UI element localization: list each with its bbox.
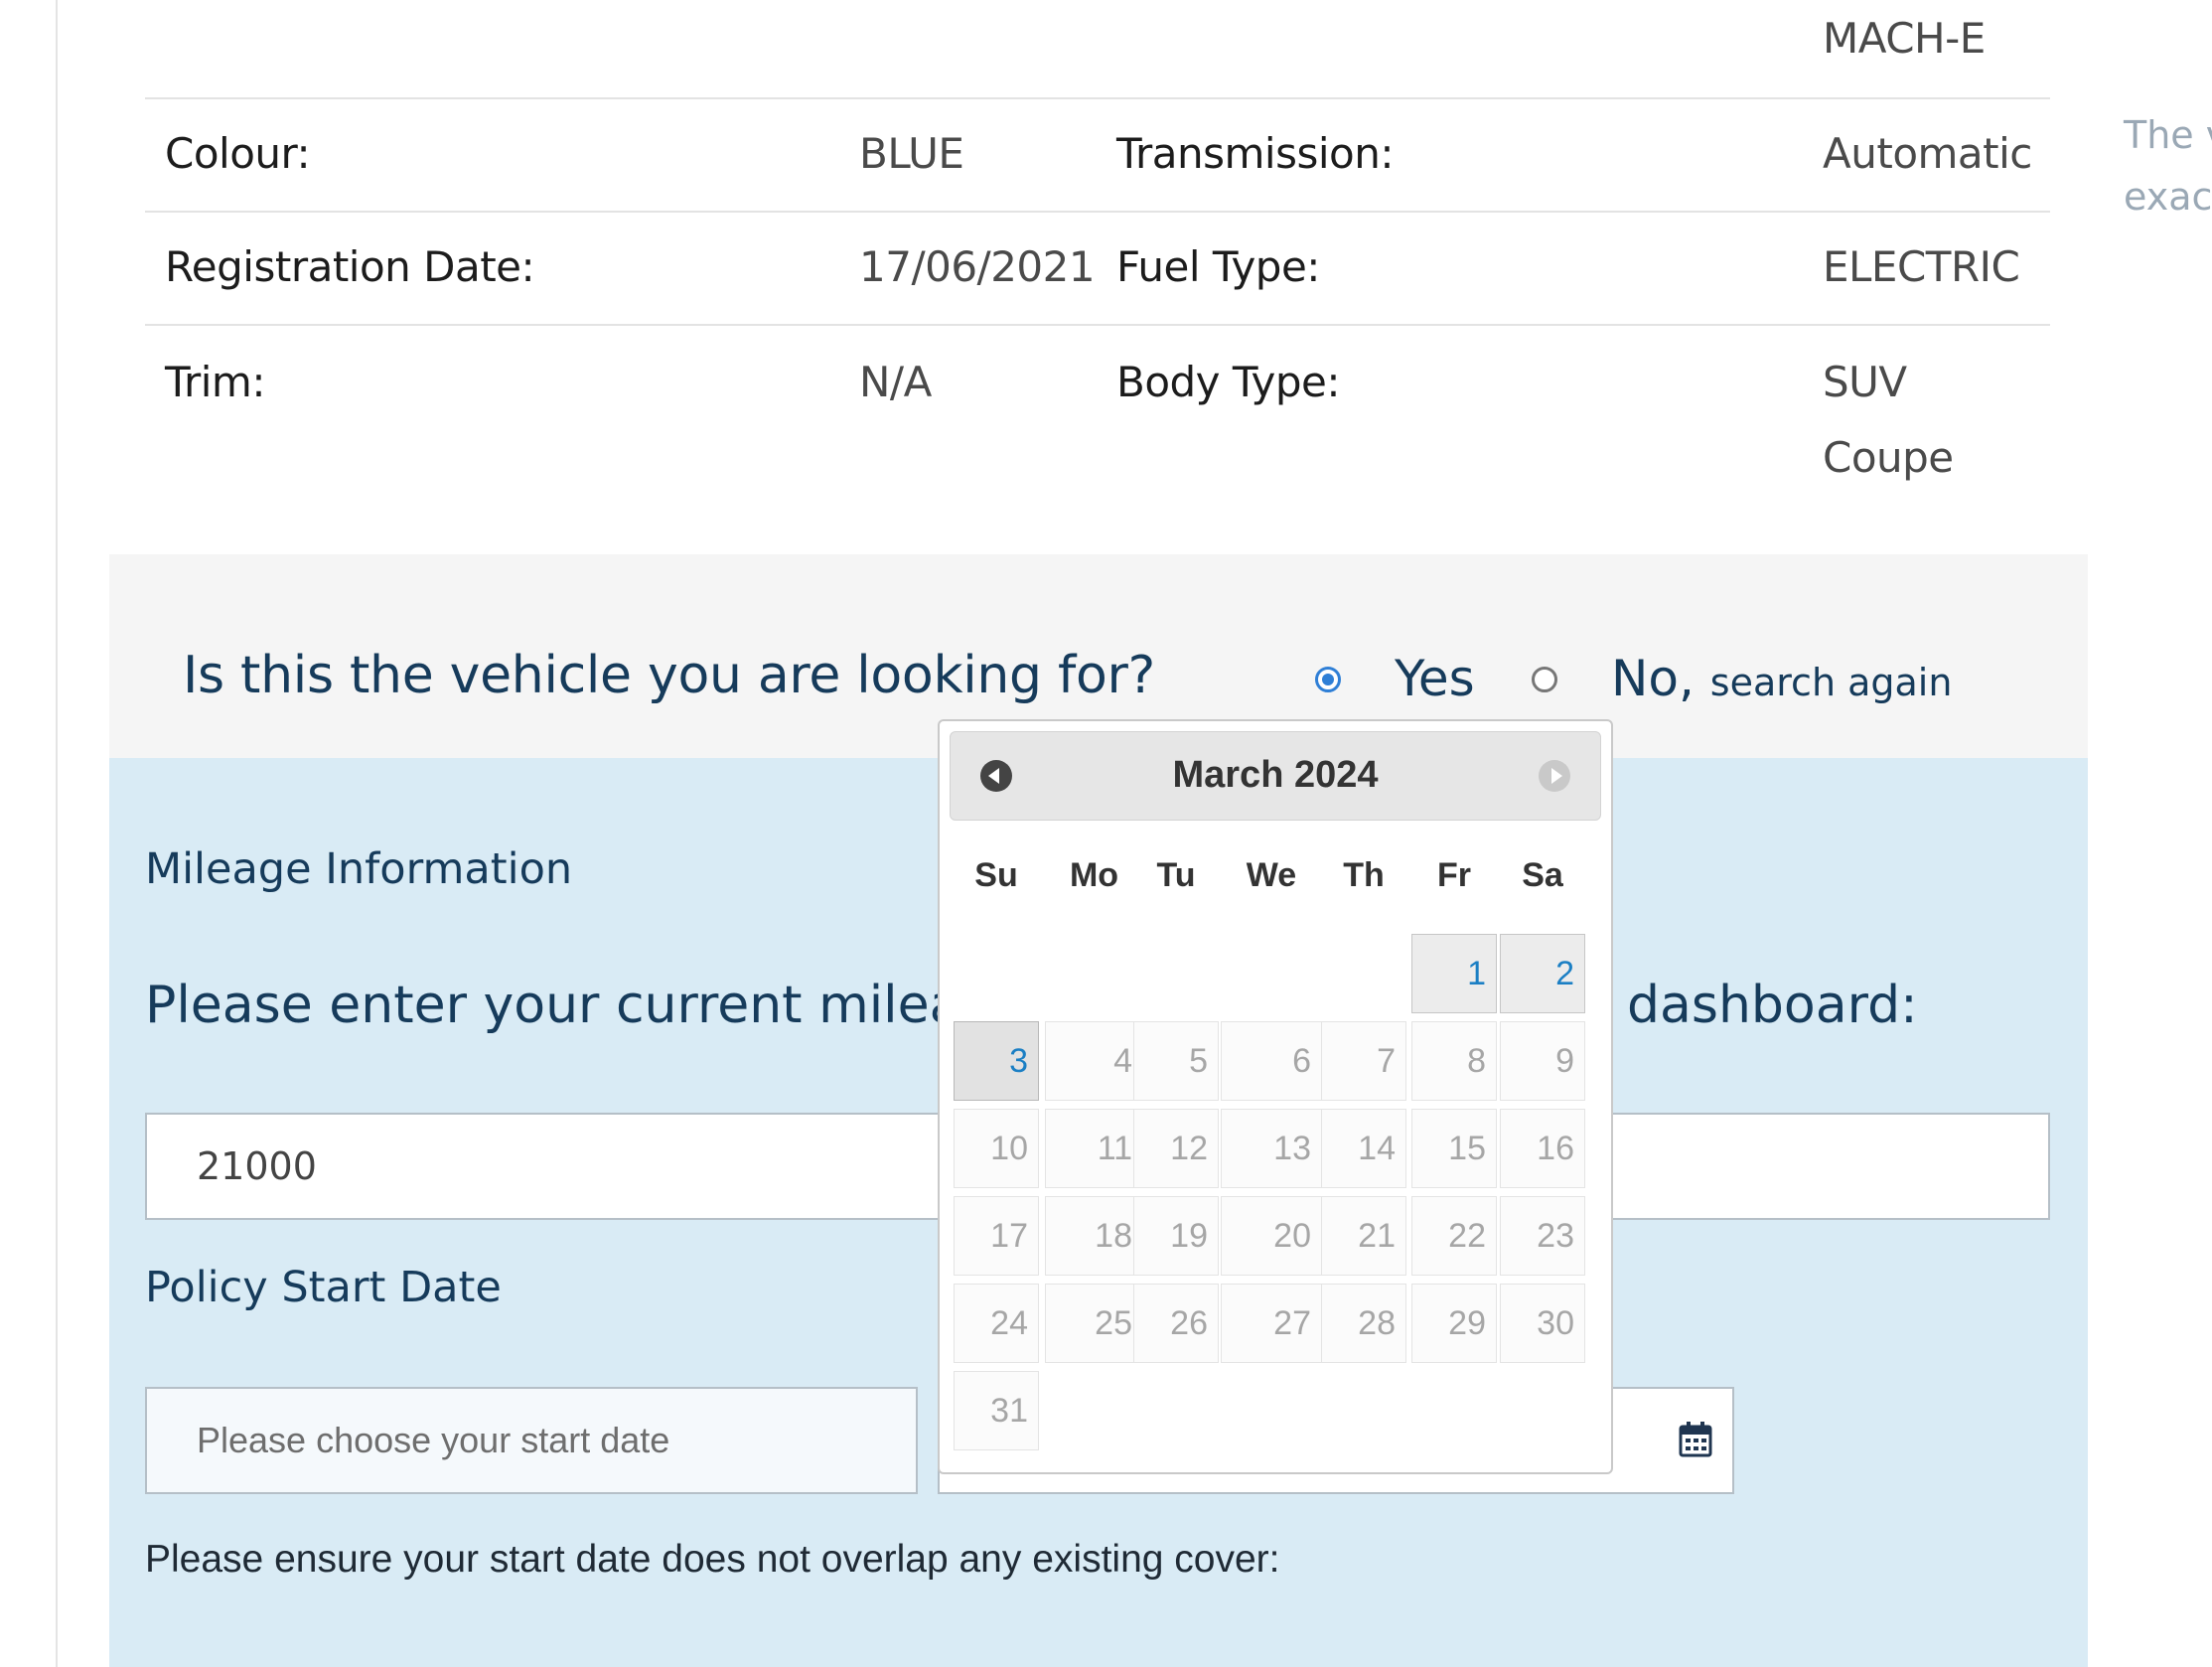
calendar-day-2[interactable]: 2: [1500, 934, 1585, 1013]
calendar-day-5: 5: [1133, 1021, 1219, 1101]
yes-label[interactable]: Yes: [1395, 650, 1475, 707]
body-type-value: SUV: [1823, 358, 1907, 406]
next-month-icon[interactable]: [1539, 760, 1570, 792]
calendar-day-1[interactable]: 1: [1411, 934, 1497, 1013]
no-label-text: No,: [1611, 650, 1695, 707]
row-trim: Trim: N/A Body Type: SUV Coupe: [145, 324, 2050, 495]
calendar-day-8: 8: [1411, 1021, 1497, 1101]
weekday-su: Su: [974, 856, 1018, 894]
weekday-sa: Sa: [1522, 856, 1563, 894]
mileage-prompt: Please enter your current mileage: [145, 976, 1026, 1035]
side-note-line2: exact: [2124, 175, 2212, 219]
calendar-day-7: 7: [1321, 1021, 1406, 1101]
calendar-day-10: 10: [954, 1109, 1039, 1188]
colour-label: Colour:: [165, 129, 311, 178]
no-sublabel: search again: [1709, 661, 1953, 704]
model-value: MACH-E: [1823, 14, 1986, 63]
overlap-note: Please ensure your start date does not o…: [145, 1538, 1280, 1581]
calendar-day-15: 15: [1411, 1109, 1497, 1188]
weekday-mo: Mo: [1069, 856, 1119, 894]
calendar-day-20: 20: [1221, 1196, 1322, 1276]
no-radio[interactable]: [1532, 667, 1557, 692]
side-note-line1: The v: [2124, 113, 2212, 157]
colour-value: BLUE: [859, 129, 964, 178]
registration-date-value: 17/06/2021: [859, 242, 1096, 291]
start-date-input[interactable]: [147, 1389, 916, 1492]
calendar-icon[interactable]: [1679, 1422, 1712, 1457]
datepicker-header: March 2024: [950, 731, 1601, 821]
calendar-day-18: 18: [1045, 1196, 1143, 1276]
calendar-day-14: 14: [1321, 1109, 1406, 1188]
vehicle-confirm-question: Is this the vehicle you are looking for?: [183, 646, 1155, 705]
body-type-label: Body Type:: [1116, 358, 1341, 406]
calendar-day-26: 26: [1133, 1284, 1219, 1363]
calendar-day-21: 21: [1321, 1196, 1406, 1276]
calendar-day-9: 9: [1500, 1021, 1585, 1101]
calendar-day-4: 4: [1045, 1021, 1143, 1101]
start-date-field: [145, 1387, 918, 1494]
body-type-value-line2: Coupe: [1823, 433, 1954, 482]
calendar-day-12: 12: [1133, 1109, 1219, 1188]
transmission-label: Transmission:: [1116, 129, 1394, 178]
policy-start-heading: Policy Start Date: [145, 1263, 502, 1312]
calendar-day-27: 27: [1221, 1284, 1322, 1363]
weekday-fr: Fr: [1437, 856, 1471, 894]
datepicker-title: March 2024: [1172, 754, 1379, 796]
calendar-day-28: 28: [1321, 1284, 1406, 1363]
calendar-day-24: 24: [954, 1284, 1039, 1363]
calendar-day-17: 17: [954, 1196, 1039, 1276]
weekday-we: We: [1246, 856, 1297, 894]
trim-value: N/A: [859, 358, 932, 406]
calendar-day-30: 30: [1500, 1284, 1585, 1363]
weekday-th: Th: [1343, 856, 1385, 894]
left-border: [56, 0, 58, 1667]
fuel-type-value: ELECTRIC: [1823, 242, 2020, 291]
calendar-day-19: 19: [1133, 1196, 1219, 1276]
calendar-day-31: 31: [954, 1371, 1039, 1450]
calendar-day-6: 6: [1221, 1021, 1322, 1101]
mileage-prompt-end: dashboard:: [1627, 976, 1918, 1035]
trim-label: Trim:: [165, 358, 265, 406]
calendar-day-22: 22: [1411, 1196, 1497, 1276]
calendar-day-23: 23: [1500, 1196, 1585, 1276]
calendar-day-25: 25: [1045, 1284, 1143, 1363]
calendar-day-13: 13: [1221, 1109, 1322, 1188]
weekday-tu: Tu: [1156, 856, 1196, 894]
calendar-day-3[interactable]: 3: [954, 1021, 1039, 1101]
calendar-day-29: 29: [1411, 1284, 1497, 1363]
calendar-day-11: 11: [1045, 1109, 1143, 1188]
datepicker: March 2024 Su Mo Tu We Th Fr Sa 1 2 3 4 5 6 7 8 9 10 11 1…: [938, 719, 1613, 1474]
fuel-type-label: Fuel Type:: [1116, 242, 1320, 291]
calendar-day-16: 16: [1500, 1109, 1585, 1188]
no-label[interactable]: No, search again: [1611, 650, 1952, 707]
transmission-value: Automatic: [1823, 129, 2032, 178]
registration-date-label: Registration Date:: [165, 242, 535, 291]
row-registration: Registration Date: 17/06/2021 Fuel Type:…: [145, 211, 2050, 326]
mileage-heading: Mileage Information: [145, 844, 573, 894]
yes-radio[interactable]: [1315, 667, 1341, 692]
row-colour: Colour: BLUE Transmission: Automatic: [145, 97, 2050, 213]
